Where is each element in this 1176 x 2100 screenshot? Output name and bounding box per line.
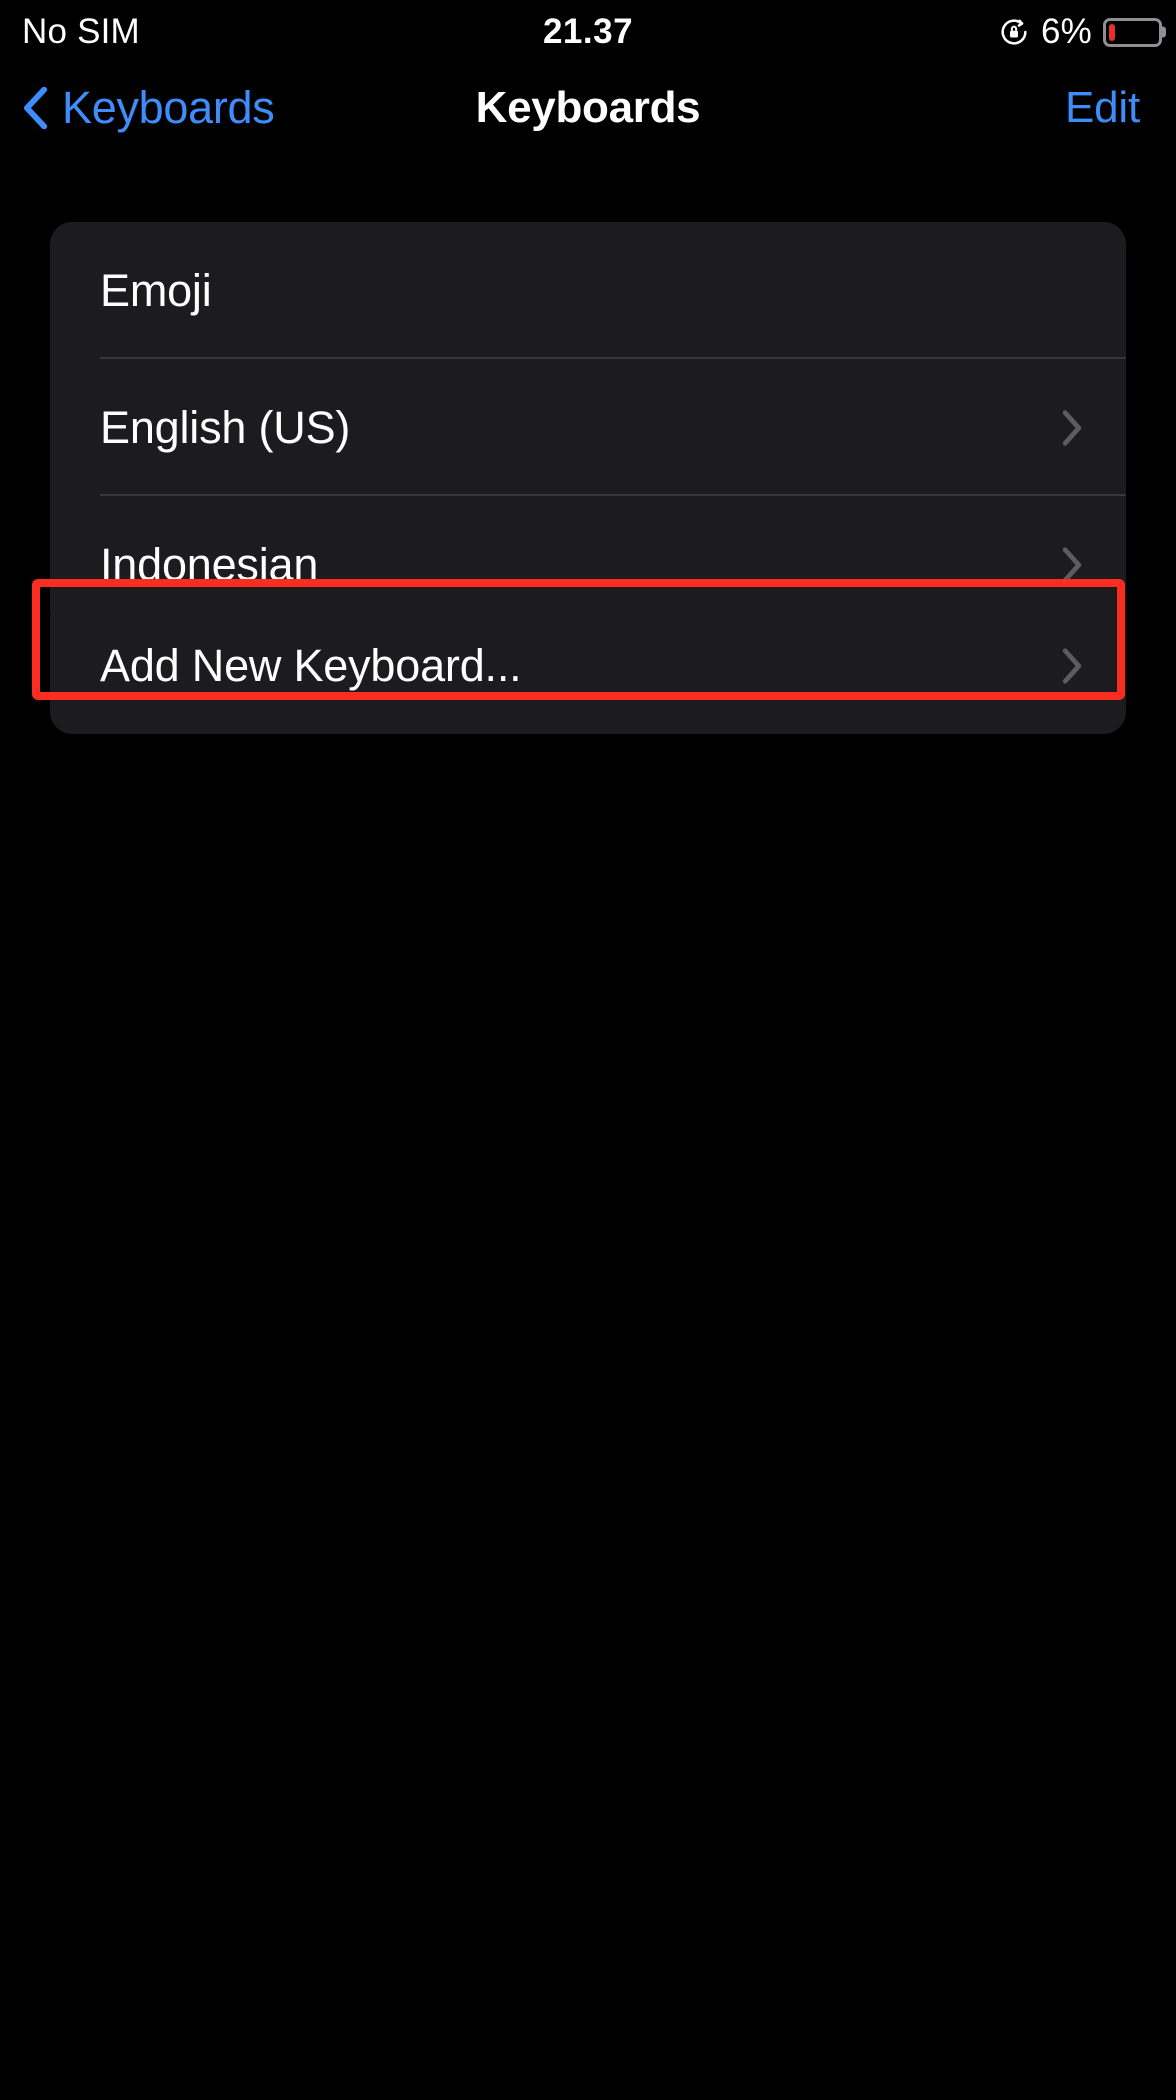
- navigation-bar: Keyboards Keyboards Edit: [0, 64, 1176, 152]
- battery-fill: [1109, 23, 1115, 41]
- list-item-english-us[interactable]: English (US): [50, 359, 1126, 496]
- rotation-lock-icon: [998, 16, 1030, 48]
- edit-button[interactable]: Edit: [1065, 83, 1140, 133]
- keyboards-list-section: Emoji English (US) Indonesian: [50, 222, 1126, 633]
- list-item-label: English (US): [100, 401, 351, 453]
- chevron-right-icon: [1062, 409, 1126, 446]
- battery-low-icon: [1103, 17, 1162, 47]
- status-bar: No SIM 21.37 6%: [0, 0, 1176, 64]
- add-new-keyboard-button[interactable]: Add New Keyboard...: [50, 597, 1126, 734]
- add-new-keyboard-label: Add New Keyboard...: [100, 639, 522, 691]
- list-item-label: Indonesian: [100, 538, 319, 590]
- page-title: Keyboards: [475, 83, 701, 132]
- add-keyboard-section: Add New Keyboard...: [50, 597, 1126, 734]
- list-item-emoji[interactable]: Emoji: [50, 222, 1126, 359]
- settings-content: Emoji English (US) Indonesian Add New Ke…: [0, 152, 1176, 2032]
- chevron-right-icon: [1062, 647, 1126, 684]
- list-item-label: Emoji: [100, 264, 212, 316]
- battery-percentage-label: 6%: [1041, 12, 1092, 51]
- chevron-right-icon: [1062, 546, 1126, 583]
- status-bar-right-group: 6%: [998, 12, 1162, 52]
